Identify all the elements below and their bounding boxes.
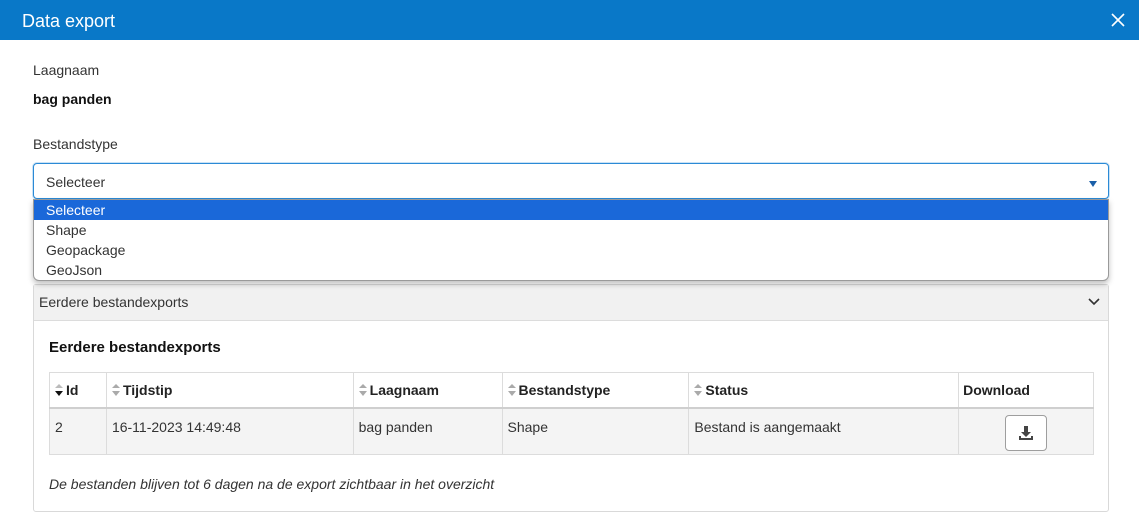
previous-exports-panel: Eerdere bestandexports Eerdere bestandex… — [33, 284, 1109, 512]
exports-table: Id Tijdstip Laagnaam Bestandstype Status… — [49, 372, 1094, 455]
table-row: 2 16-11-2023 14:49:48 bag panden Shape B… — [49, 407, 1094, 455]
filetype-label: Bestandstype — [33, 136, 118, 152]
close-icon[interactable] — [1107, 9, 1129, 31]
chevron-down-icon — [1086, 294, 1102, 310]
cell-filetype: Shape — [501, 407, 690, 455]
previous-exports-toggle[interactable]: Eerdere bestandexports — [34, 285, 1108, 321]
column-header-layer[interactable]: Laagnaam — [352, 372, 503, 408]
column-header-time[interactable]: Tijdstip — [105, 372, 354, 408]
previous-exports-panel-title: Eerdere bestandexports — [39, 294, 189, 310]
dialog-title: Data export — [22, 11, 116, 31]
previous-exports-heading: Eerdere bestandexports — [49, 339, 221, 356]
layer-name-label: Laagnaam — [33, 62, 100, 78]
sort-icon — [358, 383, 367, 396]
cell-id: 2 — [49, 407, 107, 455]
filetype-option[interactable]: Geopackage — [34, 240, 1108, 260]
filetype-option[interactable]: Shape — [34, 220, 1108, 240]
column-header-status[interactable]: Status — [688, 372, 960, 408]
download-button[interactable] — [1005, 414, 1048, 451]
filetype-option[interactable]: GeoJson — [34, 260, 1108, 280]
sort-icon — [111, 383, 120, 396]
column-header-label: Bestandstype — [518, 381, 611, 398]
filetype-option[interactable]: Selecteer — [34, 200, 1108, 220]
column-header-label: Tijdstip — [122, 381, 173, 398]
cell-time: 16-11-2023 14:49:48 — [105, 407, 354, 455]
sort-icon — [694, 383, 703, 396]
filetype-select[interactable]: Selecteer — [33, 163, 1109, 199]
caret-down-icon — [1088, 176, 1098, 187]
column-header-download: Download — [958, 372, 1094, 408]
cell-download — [958, 407, 1094, 455]
download-icon — [1019, 425, 1034, 440]
filetype-dropdown-list: Selecteer Shape Geopackage GeoJson — [33, 199, 1109, 281]
table-header-row: Id Tijdstip Laagnaam Bestandstype Status… — [49, 372, 1094, 408]
column-header-label: Status — [705, 381, 749, 398]
layer-name-value: bag panden — [33, 91, 112, 107]
column-header-label: Laagnaam — [369, 381, 439, 398]
column-header-label: Download — [963, 381, 1030, 398]
cell-status: Bestand is aangemaakt — [688, 407, 960, 455]
sort-desc-icon — [55, 383, 63, 396]
dialog-header: Data export — [0, 0, 1139, 40]
column-header-label: Id — [66, 381, 79, 398]
filetype-select-value: Selecteer — [46, 174, 106, 190]
column-header-id[interactable]: Id — [49, 372, 107, 408]
retention-footnote: De bestanden blijven tot 6 dagen na de e… — [49, 476, 495, 492]
sort-icon — [507, 383, 516, 396]
column-header-filetype[interactable]: Bestandstype — [501, 372, 690, 408]
cell-layer: bag panden — [352, 407, 503, 455]
